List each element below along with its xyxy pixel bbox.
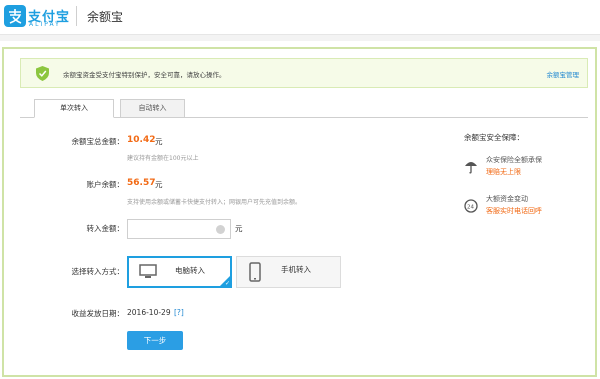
header-divider — [76, 6, 77, 26]
mobile-phone-icon — [249, 262, 261, 282]
product-title: 余额宝 — [87, 10, 124, 24]
computer-icon — [139, 264, 157, 278]
account-balance-label: 账户余额： — [86, 180, 125, 189]
security-title: 余额宝安全保障： — [464, 133, 524, 142]
method-pc-label: 电脑转入 — [175, 266, 205, 275]
income-date-label: 收益发放日期： — [71, 309, 125, 318]
method-pc-option[interactable]: 电脑转入 ✓ — [127, 256, 232, 288]
total-amount-label: 余额宝总金额： — [71, 137, 125, 146]
yuebao-manage-link[interactable]: 余额宝管理 — [547, 69, 580, 79]
main-panel: 余额宝资金受支付宝特别保护，安全可靠，请放心操作。 余额宝管理 单次转入 自动转… — [2, 47, 597, 377]
security-item-2-line2: 客服实时电话回呼 — [486, 207, 542, 215]
account-balance-unit: 元 — [155, 180, 163, 189]
security-item-1-line2: 理赔无上限 — [486, 168, 521, 176]
transfer-amount-label: 转入金额： — [86, 224, 125, 233]
total-amount-unit: 元 — [155, 137, 163, 146]
income-date-value: 2016-10-29 — [127, 308, 171, 317]
notice-text: 余额宝资金受支付宝特别保护，安全可靠，请放心操作。 — [63, 71, 226, 79]
secure-input-icon — [216, 225, 225, 234]
total-amount-hint: 建议持有金额在100元以上 — [127, 155, 199, 162]
date-help-link[interactable]: [?] — [174, 308, 184, 317]
transfer-amount-unit: 元 — [235, 224, 243, 233]
transfer-content: 单次转入 自动转入 余额宝总金额： 10.42 元 建议持有金额在100元以上 … — [20, 99, 588, 369]
total-amount-value: 10.42 — [127, 135, 156, 145]
transfer-amount-input[interactable] — [127, 219, 231, 239]
account-balance-value: 56.57 — [127, 178, 156, 188]
check-icon: ✓ — [224, 280, 230, 287]
method-phone-label: 手机转入 — [281, 265, 311, 274]
top-header: 支付宝 ALIPAY 余额宝 — [0, 0, 600, 34]
security-item-2-line1: 大额资金变动 — [486, 195, 528, 203]
umbrella-icon — [465, 162, 477, 174]
phone-24h-icon: 24 — [464, 199, 478, 213]
header-separator — [0, 34, 600, 41]
alipay-logo-icon[interactable] — [4, 5, 26, 27]
method-phone-option[interactable]: 手机转入 — [236, 256, 341, 288]
security-notice-bar: 余额宝资金受支付宝特别保护，安全可靠，请放心操作。 余额宝管理 — [20, 58, 588, 88]
security-item-1-line1: 众安保险全额承保 — [486, 156, 542, 164]
logo-english-text[interactable]: ALIPAY — [29, 21, 61, 28]
tab-auto-transfer[interactable]: 自动转入 — [120, 99, 185, 118]
tab-single-transfer[interactable]: 单次转入 — [34, 99, 114, 118]
svg-text:24: 24 — [467, 205, 474, 211]
account-balance-hint: 支持使用余额或储蓄卡快捷支付转入；网银用户可先充值到余额。 — [127, 199, 302, 206]
next-step-button[interactable]: 下一步 — [127, 331, 183, 350]
transfer-method-label: 选择转入方式： — [71, 267, 125, 276]
shield-icon — [36, 66, 49, 81]
